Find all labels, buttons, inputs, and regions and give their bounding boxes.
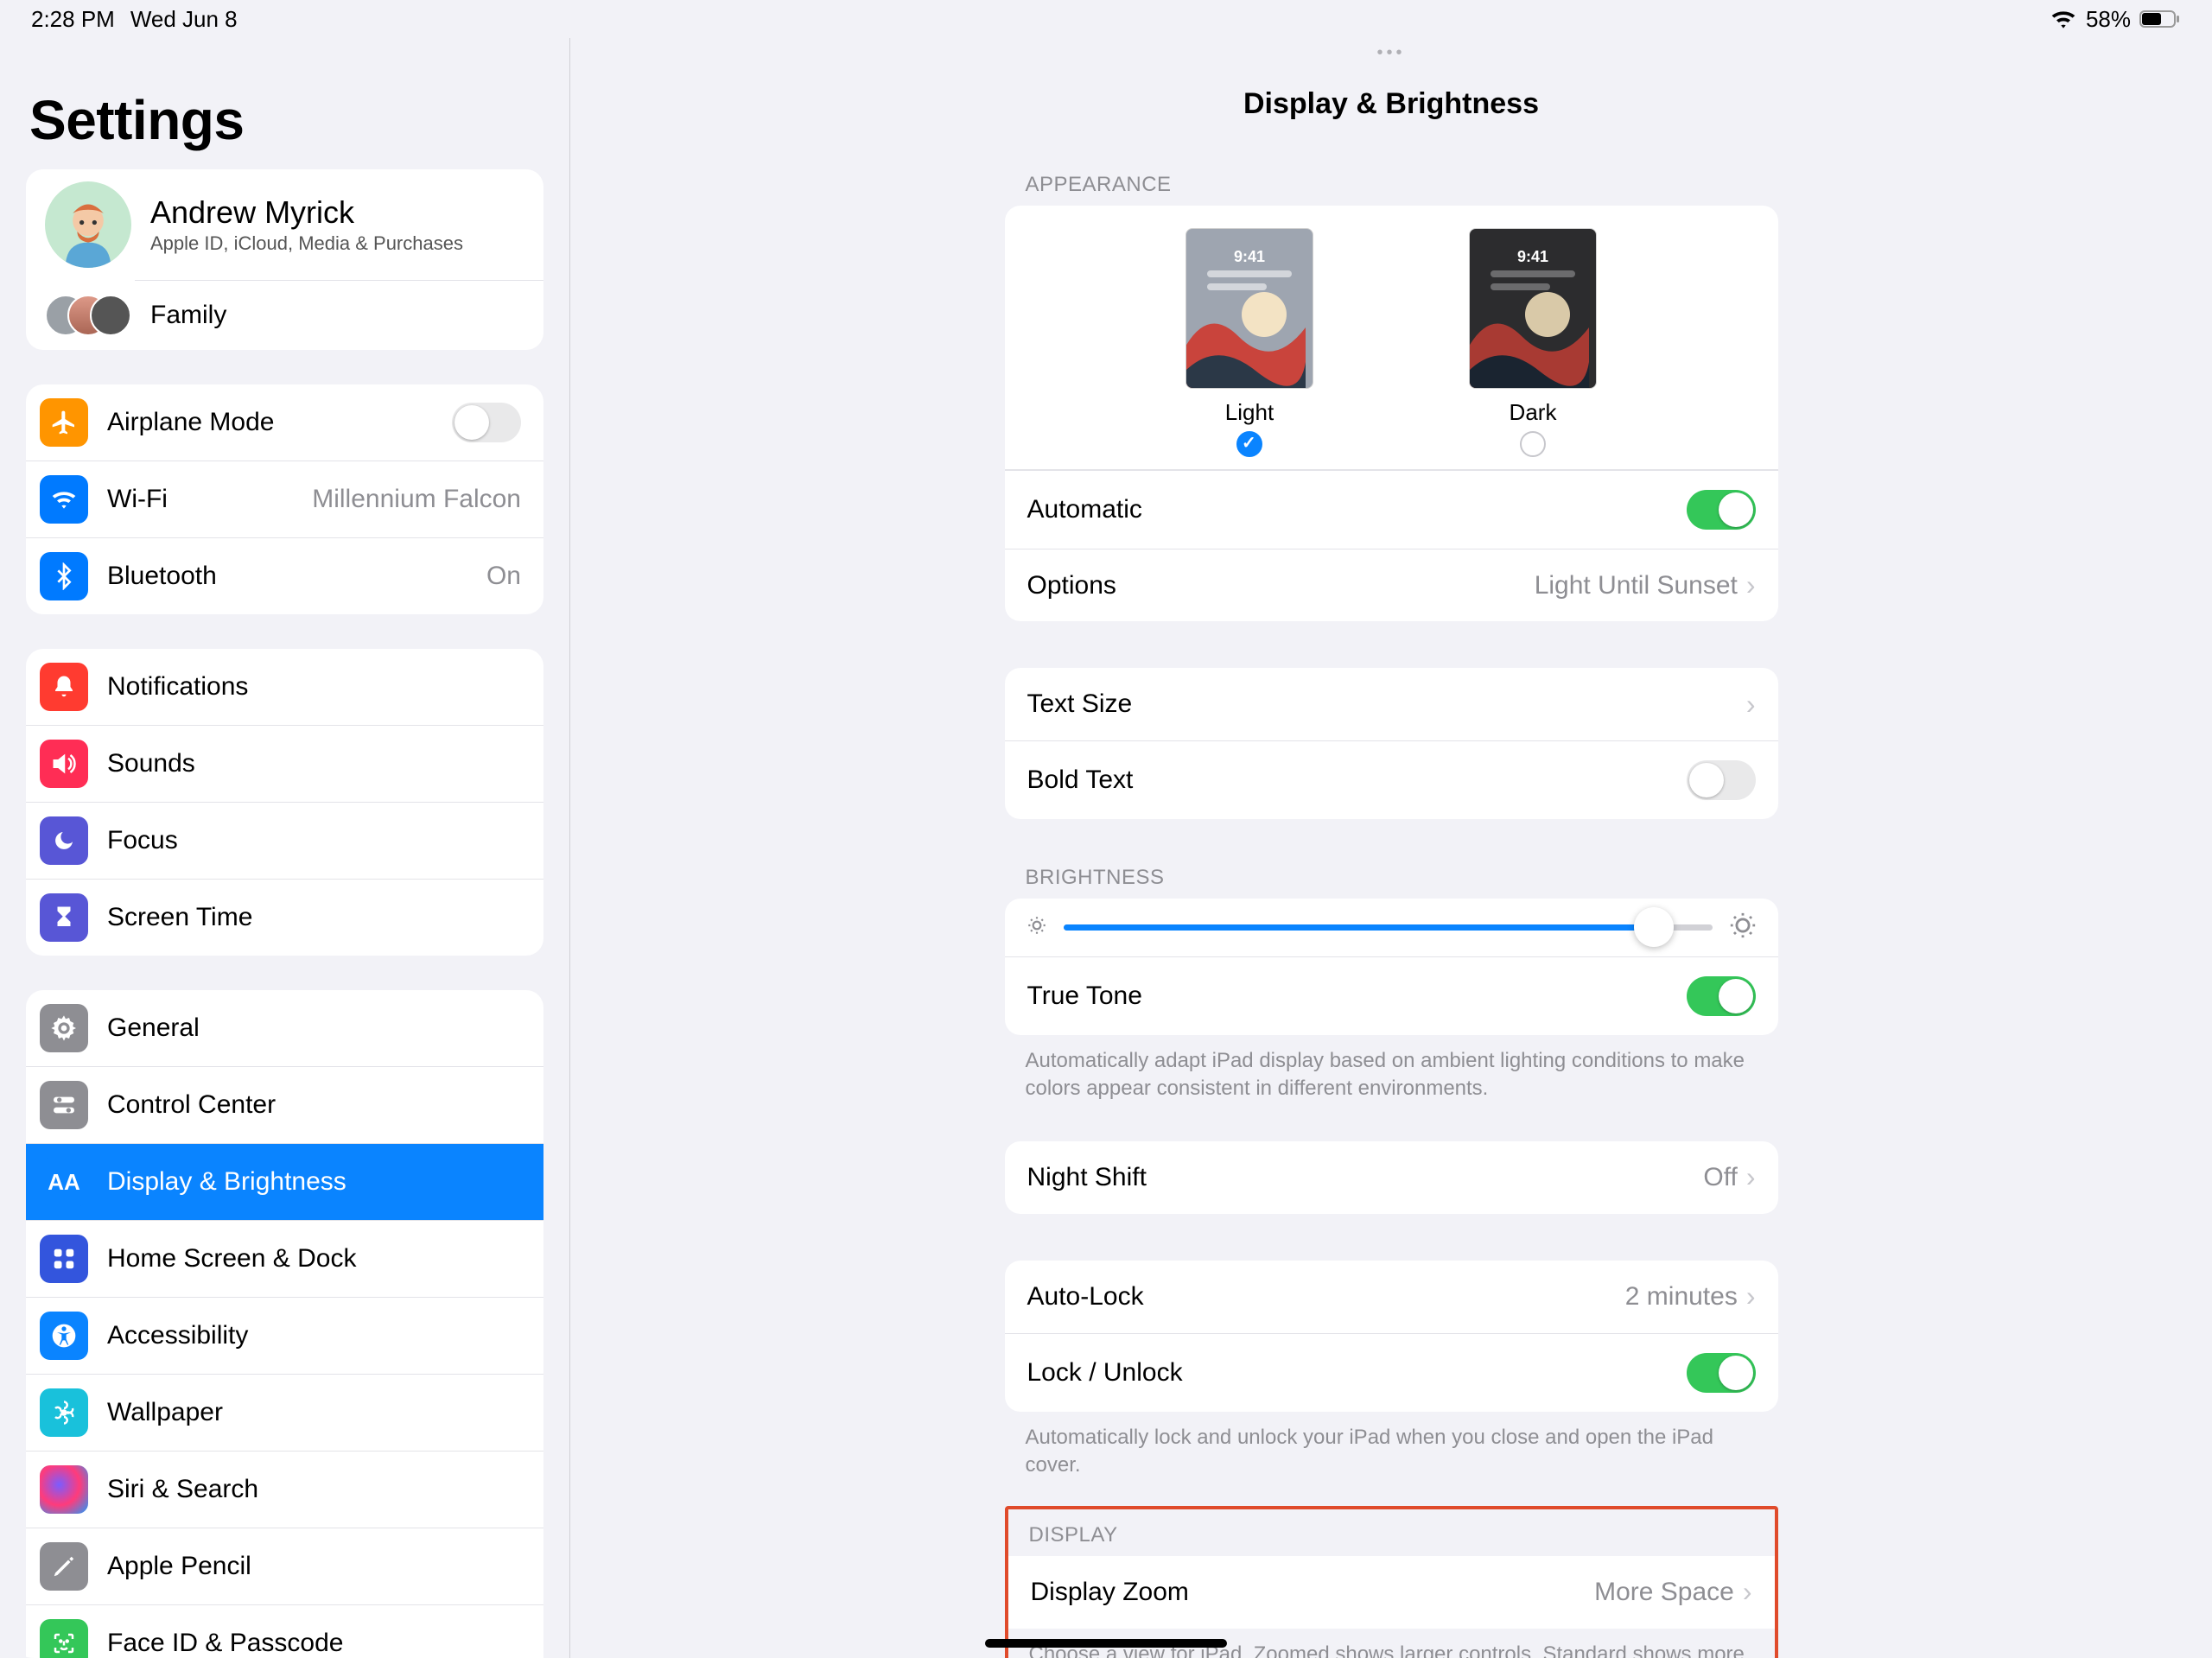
accessibility-icon — [40, 1312, 88, 1360]
bluetooth-icon — [40, 552, 88, 600]
profile-card: Andrew Myrick Apple ID, iCloud, Media & … — [26, 169, 543, 350]
true-tone-row[interactable]: True Tone — [1005, 956, 1778, 1035]
sidebar-item-bluetooth[interactable]: Bluetooth On — [26, 537, 543, 614]
grid-icon — [40, 1235, 88, 1283]
detail-pane: ••• Display & Brightness Appearance 9:41… — [570, 38, 2212, 1658]
chevron-right-icon: › — [1746, 569, 1756, 601]
brightness-slider[interactable] — [1064, 924, 1713, 931]
sidebar-group-network: Airplane Mode Wi-Fi Millennium Falcon Bl… — [26, 384, 543, 614]
status-bar: 2:28 PM Wed Jun 8 58% — [0, 0, 2212, 38]
gear-icon — [40, 1004, 88, 1052]
brightness-slider-row — [1005, 899, 1778, 956]
settings-sidebar: Settings Andrew Myrick Apple ID, iCloud,… — [0, 38, 570, 1658]
wallpaper-icon — [40, 1388, 88, 1437]
text-size-row[interactable]: Text Size › — [1005, 668, 1778, 740]
pencil-icon — [40, 1542, 88, 1591]
display-zoom-highlight: Display Display Zoom More Space › Choose… — [1005, 1506, 1778, 1658]
display-zoom-row[interactable]: Display Zoom More Space › — [1008, 1556, 1775, 1629]
bold-text-row[interactable]: Bold Text — [1005, 740, 1778, 819]
sidebar-item-homescreen[interactable]: Home Screen & Dock — [26, 1220, 543, 1297]
sun-small-icon — [1026, 914, 1048, 941]
sidebar-item-siri[interactable]: Siri & Search — [26, 1451, 543, 1528]
sidebar-item-focus[interactable]: Focus — [26, 802, 543, 879]
appearance-light[interactable]: 9:41 Light — [1185, 228, 1313, 457]
sidebar-item-screentime[interactable]: Screen Time — [26, 879, 543, 956]
lock-unlock-row[interactable]: Lock / Unlock — [1005, 1333, 1778, 1412]
sidebar-group-notifications: Notifications Sounds Focus Screen Time — [26, 649, 543, 956]
chevron-right-icon: › — [1743, 1576, 1752, 1608]
toggles-icon — [40, 1081, 88, 1129]
bell-icon — [40, 663, 88, 711]
sun-large-icon — [1728, 911, 1758, 944]
avatar — [45, 181, 131, 268]
display-header: Display — [1029, 1523, 1775, 1547]
sidebar-item-airplane[interactable]: Airplane Mode — [26, 384, 543, 461]
family-avatars — [45, 295, 131, 336]
night-shift-row[interactable]: Night Shift Off › — [1005, 1141, 1778, 1214]
sidebar-item-notifications[interactable]: Notifications — [26, 649, 543, 725]
sidebar-item-faceid[interactable]: Face ID & Passcode — [26, 1604, 543, 1658]
autolock-footer: Automatically lock and unlock your iPad … — [1026, 1424, 1758, 1480]
sidebar-item-wallpaper[interactable]: Wallpaper — [26, 1374, 543, 1451]
settings-title: Settings — [29, 88, 543, 152]
sidebar-item-accessibility[interactable]: Accessibility — [26, 1297, 543, 1374]
multitask-dots-icon[interactable]: ••• — [570, 38, 2212, 63]
lock-unlock-toggle[interactable] — [1687, 1353, 1756, 1393]
face-icon — [40, 1619, 88, 1658]
moon-icon — [40, 816, 88, 865]
sidebar-item-controlcenter[interactable]: Control Center — [26, 1066, 543, 1143]
aa-icon: AA — [40, 1158, 88, 1206]
chevron-right-icon: › — [1746, 1280, 1756, 1312]
wifi-settings-icon — [40, 475, 88, 524]
appearance-light-radio[interactable] — [1236, 431, 1262, 457]
profile-name: Andrew Myrick — [150, 194, 463, 231]
hourglass-icon — [40, 893, 88, 942]
chevron-right-icon: › — [1746, 689, 1756, 721]
battery-icon — [2139, 9, 2181, 29]
sidebar-item-general[interactable]: General — [26, 990, 543, 1066]
apple-id-row[interactable]: Andrew Myrick Apple ID, iCloud, Media & … — [26, 169, 543, 280]
status-battery-pct: 58% — [2086, 6, 2131, 33]
profile-sub: Apple ID, iCloud, Media & Purchases — [150, 232, 463, 255]
wifi-icon — [2050, 9, 2077, 29]
page-title: Display & Brightness — [570, 87, 2212, 121]
brightness-header: Brightness — [1026, 866, 1778, 890]
home-indicator[interactable] — [985, 1639, 1227, 1648]
appearance-dark-radio[interactable] — [1520, 431, 1546, 457]
sidebar-item-wifi[interactable]: Wi-Fi Millennium Falcon — [26, 461, 543, 537]
speaker-icon — [40, 740, 88, 788]
sidebar-group-general: General Control Center AA Display & Brig… — [26, 990, 543, 1658]
automatic-toggle[interactable] — [1687, 490, 1756, 530]
true-tone-toggle[interactable] — [1687, 976, 1756, 1016]
appearance-dark[interactable]: 9:41 Dark — [1469, 228, 1597, 457]
sidebar-item-pencil[interactable]: Apple Pencil — [26, 1528, 543, 1604]
appearance-header: Appearance — [1026, 173, 1778, 197]
bold-text-toggle[interactable] — [1687, 760, 1756, 800]
status-date: Wed Jun 8 — [130, 6, 238, 33]
sidebar-item-display[interactable]: AA Display & Brightness — [26, 1143, 543, 1220]
sidebar-item-sounds[interactable]: Sounds — [26, 725, 543, 802]
auto-lock-row[interactable]: Auto-Lock 2 minutes › — [1005, 1261, 1778, 1333]
status-time: 2:28 PM — [31, 6, 115, 33]
appearance-previews: 9:41 Light 9:41 — [1005, 206, 1778, 470]
family-row[interactable]: Family — [26, 281, 543, 350]
brightness-footer: Automatically adapt iPad display based o… — [1026, 1047, 1758, 1103]
appearance-automatic-row[interactable]: Automatic — [1005, 470, 1778, 549]
chevron-right-icon: › — [1746, 1161, 1756, 1193]
siri-icon — [40, 1465, 88, 1514]
airplane-toggle[interactable] — [452, 403, 521, 442]
appearance-options-row[interactable]: Options Light Until Sunset › — [1005, 549, 1778, 621]
family-label: Family — [150, 301, 226, 330]
airplane-icon — [40, 398, 88, 447]
